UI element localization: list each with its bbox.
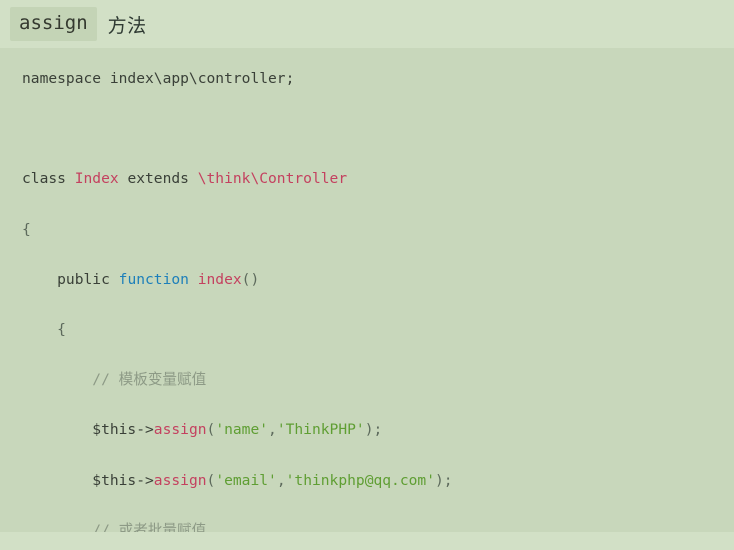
code-line: // 模板变量赋值 xyxy=(22,367,734,392)
code-token-punct: { xyxy=(22,220,31,238)
code-token-punct: , xyxy=(276,471,286,489)
code-token-default: $this-> xyxy=(22,421,154,439)
code-token-name: \think\Controller xyxy=(197,170,348,188)
code-line: class Index extends \think\Controller xyxy=(22,166,734,191)
method-name-badge: assign xyxy=(10,7,97,41)
code-line: namespace index\app\controller; xyxy=(22,66,734,91)
code-listing: namespace index\app\controller; class In… xyxy=(22,66,734,532)
documentation-page: assign 方法 namespace index\app\controller… xyxy=(0,0,734,550)
code-token-string: 'ThinkPHP' xyxy=(276,421,365,439)
code-token-comment: // 或者批量赋值 xyxy=(22,521,207,532)
section-header: assign 方法 xyxy=(0,0,734,48)
code-token-default: namespace index\app\controller; xyxy=(22,70,295,87)
code-token-string: 'thinkphp@qq.com' xyxy=(285,471,435,489)
code-line: { xyxy=(22,317,734,342)
code-token-punct: , xyxy=(268,421,277,439)
code-token-punct: () xyxy=(241,270,260,288)
code-token-string: 'email' xyxy=(215,471,277,489)
code-line: // 或者批量赋值 xyxy=(22,518,734,532)
code-token-default: public xyxy=(22,270,119,288)
code-token-punct: ( xyxy=(206,471,216,489)
code-token-name: index xyxy=(197,270,242,288)
code-token-default: $this-> xyxy=(22,471,154,489)
code-token-string: 'name' xyxy=(215,421,269,439)
code-token-punct: ); xyxy=(364,421,383,439)
code-token-default: class xyxy=(22,170,75,188)
code-token-punct: ); xyxy=(435,471,453,489)
code-token-default: extends xyxy=(118,170,198,188)
code-line: { xyxy=(22,217,734,242)
code-token-punct: ( xyxy=(206,421,216,439)
code-token-punct: { xyxy=(22,320,66,338)
code-line: $this->assign('email','thinkphp@qq.com')… xyxy=(22,468,734,493)
code-line: $this->assign('name','ThinkPHP'); xyxy=(22,417,734,442)
page-title: 方法 xyxy=(107,14,147,37)
code-block[interactable]: namespace index\app\controller; class In… xyxy=(0,48,734,532)
code-token-name: Index xyxy=(74,170,119,188)
code-token-comment: // 模板变量赋值 xyxy=(22,371,207,389)
code-token-name: assign xyxy=(153,421,207,439)
code-line: public function index() xyxy=(22,267,734,292)
code-token-name: assign xyxy=(153,471,207,489)
code-token-keyword: function xyxy=(118,270,198,288)
